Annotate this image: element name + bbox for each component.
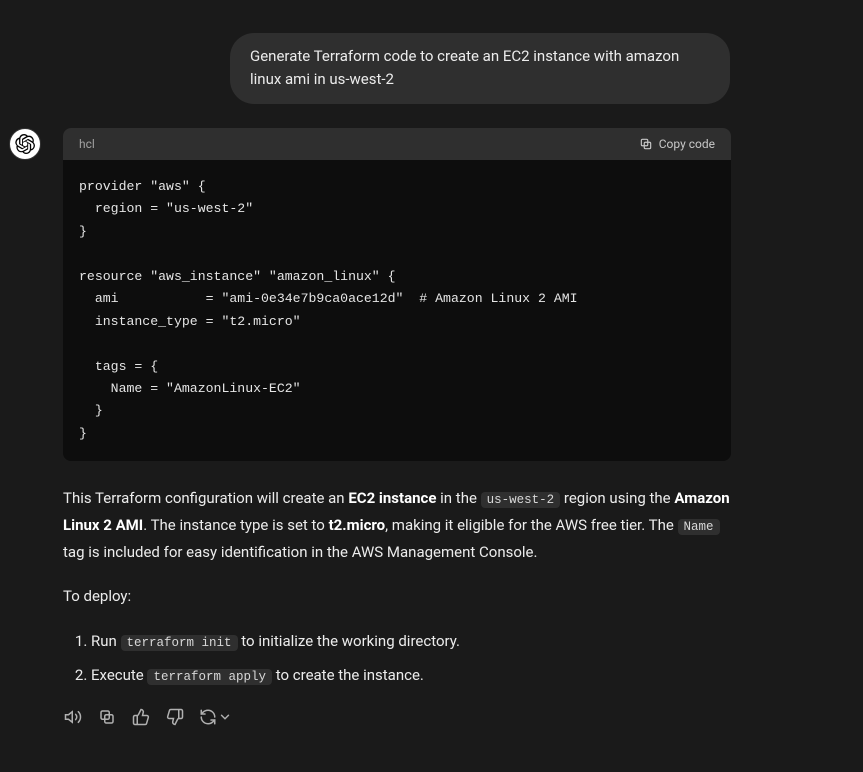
code-language-label: hcl [79,137,95,151]
copy-icon [639,137,653,151]
read-aloud-button[interactable] [63,707,83,727]
assistant-content: hcl Copy code provider "aws" { region = … [63,128,731,727]
copy-code-button[interactable]: Copy code [639,137,715,151]
thumbs-down-button[interactable] [165,707,185,727]
regenerate-icon [199,708,217,726]
regenerate-button[interactable] [199,707,232,727]
text: Run [91,632,121,650]
deploy-intro: To deploy: [63,583,731,609]
text: in the [436,489,480,507]
list-item: Execute terraform apply to create the in… [91,662,731,689]
assistant-text: This Terraform configuration will create… [63,485,731,727]
copy-message-button[interactable] [97,707,117,727]
inline-code: Name [678,519,720,535]
assistant-avatar [9,128,41,160]
copy-code-label: Copy code [659,137,715,151]
user-message: Generate Terraform code to create an EC2… [230,33,730,104]
text: tag is included for easy identification … [63,543,537,561]
message-actions [63,707,731,727]
thumbs-up-button[interactable] [131,707,151,727]
list-item: Run terraform init to initialize the wor… [91,628,731,655]
code-header: hcl Copy code [63,128,731,160]
code-block: hcl Copy code provider "aws" { region = … [63,128,731,461]
text: , making it eligible for the AWS free ti… [385,516,677,534]
text: to create the instance. [272,666,424,684]
text: This Terraform configuration will create… [63,489,348,507]
speaker-icon [64,708,82,726]
user-message-text: Generate Terraform code to create an EC2… [250,47,679,88]
bold-text: EC2 instance [348,489,436,507]
deploy-steps-list: Run terraform init to initialize the wor… [63,628,731,690]
explanation-paragraph: This Terraform configuration will create… [63,485,731,565]
text: to initialize the working directory. [238,632,460,650]
copy-icon [98,708,116,726]
openai-logo-icon [15,134,35,154]
bold-text: t2.micro [329,516,386,534]
inline-code: terraform init [121,635,238,651]
text: . The instance type is set to [143,516,328,534]
inline-code: terraform apply [147,669,272,685]
code-content[interactable]: provider "aws" { region = "us-west-2" } … [63,160,731,461]
text: region using the [560,489,674,507]
assistant-row: hcl Copy code provider "aws" { region = … [9,128,839,727]
text: Execute [91,666,147,684]
chat-container: Generate Terraform code to create an EC2… [0,0,863,772]
chevron-down-icon [218,710,232,724]
thumbs-up-icon [132,708,150,726]
thumbs-down-icon [166,708,184,726]
inline-code: us-west-2 [481,492,561,508]
